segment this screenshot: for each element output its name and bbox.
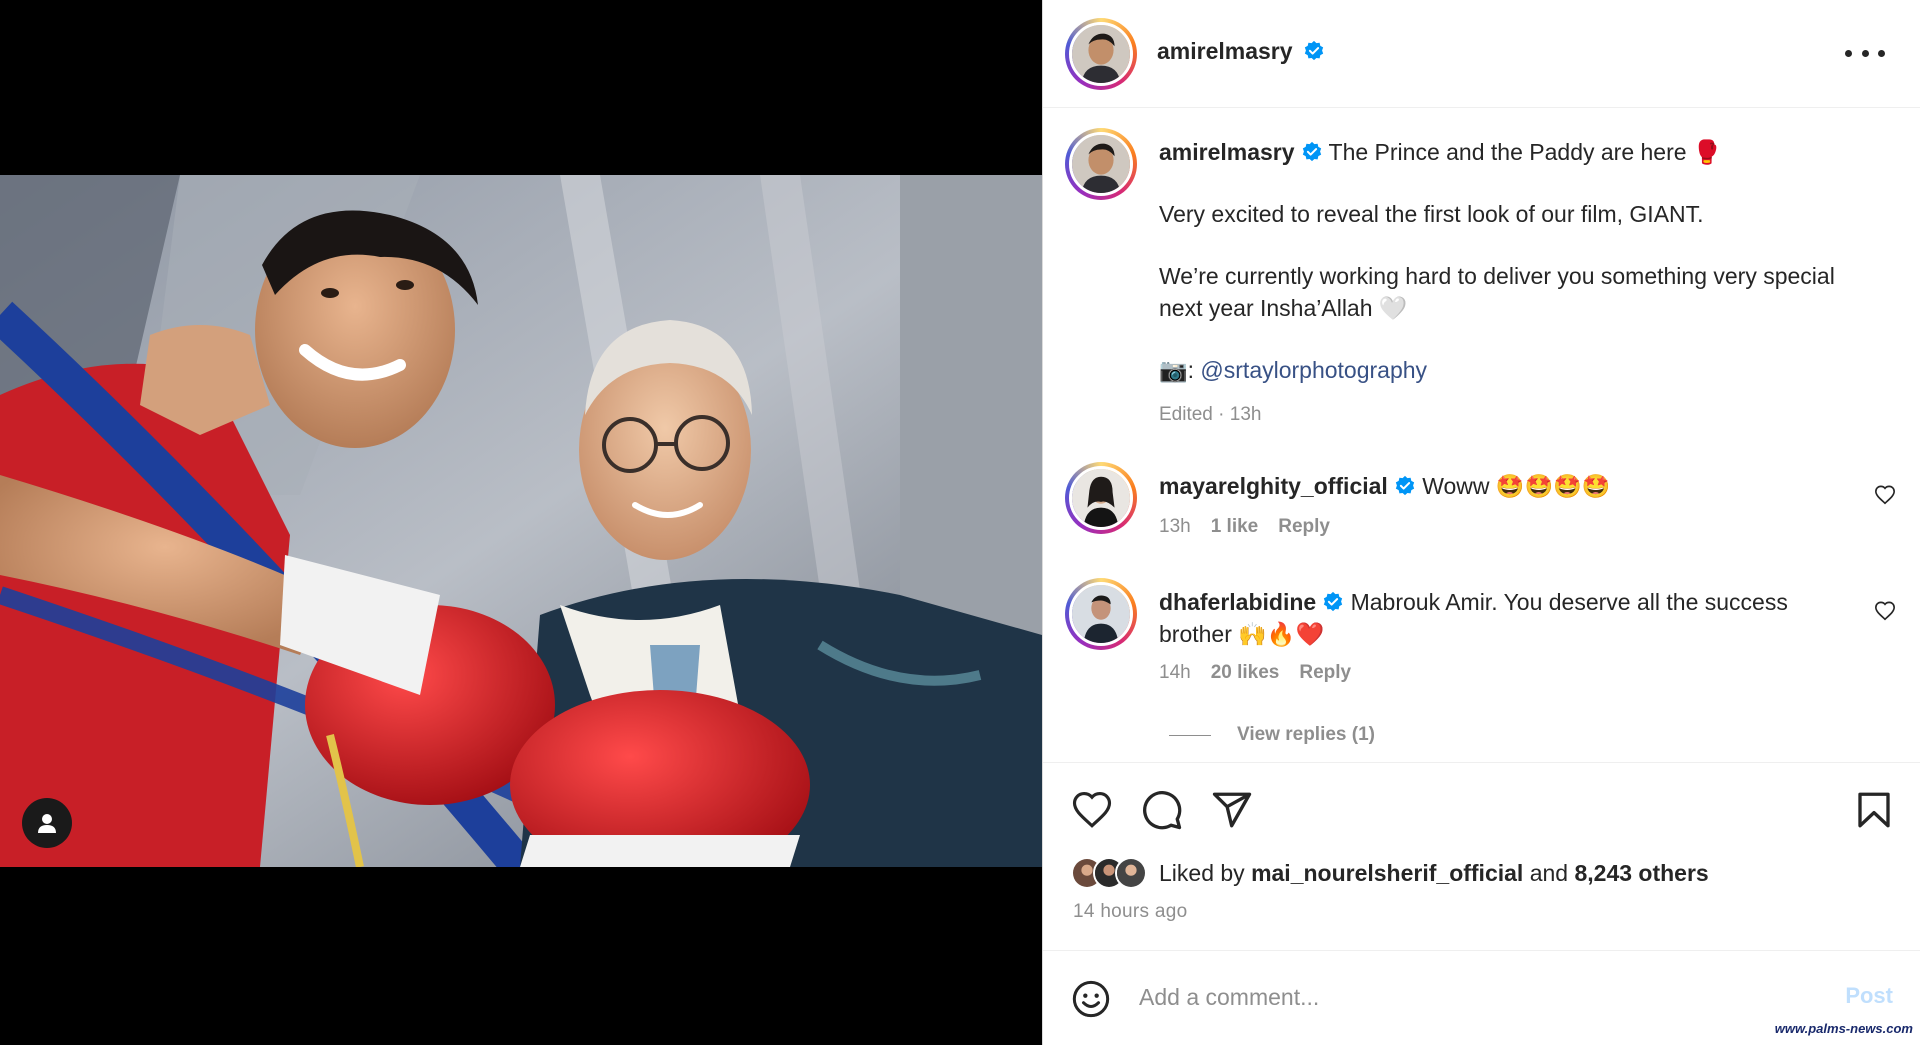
- liker-avatar-image: [1117, 859, 1145, 887]
- author-avatar-image: [1072, 25, 1130, 83]
- comment-button[interactable]: [1141, 789, 1183, 836]
- heart-icon: [1875, 601, 1895, 621]
- watermark: www.palms-news.com: [1774, 1021, 1913, 1036]
- heart-icon: [1072, 791, 1112, 828]
- comment-time: 13h: [1159, 516, 1191, 537]
- view-replies-button[interactable]: View replies (1): [1169, 724, 1375, 746]
- comment-username[interactable]: dhaferlabidine: [1159, 589, 1316, 615]
- comment-reply-button[interactable]: Reply: [1299, 662, 1351, 684]
- comment-composer: Post www.palms-news.com: [1043, 950, 1920, 1045]
- view-replies-divider: [1169, 734, 1211, 736]
- user-tag-button[interactable]: [22, 798, 72, 848]
- caption-first-line: amirelmasry The Prince and the Paddy are…: [1159, 136, 1859, 168]
- boxing-photo-illustration: [0, 175, 1042, 867]
- caption-avatar-image: [1072, 135, 1130, 193]
- caption-paragraph-2: Very excited to reveal the first look of…: [1159, 201, 1704, 227]
- post-photo: [0, 175, 1042, 867]
- caption-avatar[interactable]: [1065, 128, 1137, 200]
- more-options-button[interactable]: [1845, 40, 1885, 66]
- like-button[interactable]: [1071, 789, 1113, 836]
- comment-like-button[interactable]: [1874, 484, 1896, 511]
- post-actions: Liked by mai_nourelsherif_official and 8…: [1043, 762, 1920, 950]
- caption-meta: Edited · 13h: [1159, 404, 1262, 425]
- comment-avatar[interactable]: [1065, 462, 1137, 534]
- post-side-panel: amirelmasry amirelmasry The Prince and t…: [1042, 0, 1920, 1045]
- comment-item: mayarelghity_official Woww 🤩🤩🤩🤩: [1159, 470, 1859, 502]
- emoji-button[interactable]: [1071, 979, 1111, 1024]
- comment-avatar-image: [1072, 469, 1130, 527]
- header-username[interactable]: amirelmasry: [1157, 38, 1293, 64]
- caption-photo-credit: 📷: @srtaylorphotography: [1159, 354, 1859, 386]
- comment-input[interactable]: [1139, 977, 1779, 1017]
- header-username-row: amirelmasry: [1157, 38, 1325, 65]
- user-tag-icon: [38, 814, 56, 833]
- save-button[interactable]: [1853, 789, 1895, 836]
- author-avatar[interactable]: [1065, 18, 1137, 90]
- share-button[interactable]: [1211, 789, 1253, 836]
- comment-text: Woww 🤩🤩🤩🤩: [1422, 473, 1611, 499]
- comment-username[interactable]: mayarelghity_official: [1159, 473, 1388, 499]
- photo-credit-link[interactable]: @srtaylorphotography: [1200, 357, 1427, 383]
- share-icon: [1212, 792, 1252, 828]
- verified-icon: [1302, 141, 1321, 162]
- comment-item: dhaferlabidine Mabrouk Amir. You deserve…: [1159, 586, 1859, 650]
- comment-meta: 13h 1 like Reply: [1159, 516, 1330, 538]
- comment-time: 14h: [1159, 662, 1191, 683]
- comment-meta: 14h 20 likes Reply: [1159, 662, 1351, 684]
- liked-by-user-link[interactable]: mai_nourelsherif_official: [1251, 860, 1523, 886]
- camera-icon: 📷:: [1159, 357, 1195, 383]
- view-replies-label: View replies (1): [1237, 724, 1375, 745]
- comment-likes-count[interactable]: 20 likes: [1211, 662, 1280, 684]
- post-media[interactable]: [0, 0, 1042, 1045]
- liked-by-row: Liked by mai_nourelsherif_official and 8…: [1071, 857, 1709, 889]
- verified-icon: [1324, 591, 1343, 612]
- comment-avatar-image: [1072, 585, 1130, 643]
- caption-username[interactable]: amirelmasry: [1159, 139, 1295, 165]
- liked-by-conjunction: and: [1529, 859, 1569, 886]
- post-time-ago: 14 hours ago: [1073, 901, 1188, 922]
- comment-avatar[interactable]: [1065, 578, 1137, 650]
- liked-by-text: Liked by mai_nourelsherif_official and 8…: [1159, 860, 1709, 887]
- bookmark-icon: [1858, 792, 1890, 828]
- caption-line1-text: The Prince and the Paddy are here 🥊: [1328, 139, 1722, 165]
- caption: amirelmasry The Prince and the Paddy are…: [1159, 136, 1859, 386]
- post-comment-button[interactable]: Post: [1845, 983, 1893, 1009]
- comment-reply-button[interactable]: Reply: [1278, 516, 1330, 538]
- verified-icon: [1304, 40, 1324, 61]
- more-icon-dot: [1878, 49, 1885, 57]
- more-icon: [1845, 49, 1852, 57]
- comment-like-button[interactable]: [1874, 600, 1896, 627]
- verified-icon: [1395, 475, 1414, 496]
- comment-icon: [1143, 791, 1182, 830]
- comment-likes-count[interactable]: 1 like: [1211, 516, 1259, 538]
- liker-avatar: [1115, 857, 1147, 889]
- liked-by-prefix: Liked by: [1159, 859, 1245, 886]
- heart-icon: [1875, 485, 1895, 505]
- caption-paragraph-3: We’re currently working hard to deliver …: [1159, 263, 1835, 321]
- emoji-icon: [1072, 980, 1110, 1018]
- post-header: amirelmasry: [1043, 0, 1920, 108]
- liked-by-others-link[interactable]: 8,243 others: [1574, 860, 1708, 886]
- more-icon-dot: [1861, 49, 1869, 57]
